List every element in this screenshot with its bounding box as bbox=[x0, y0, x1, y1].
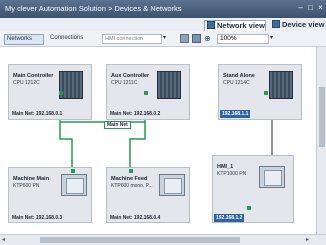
profinet-port-icon[interactable] bbox=[129, 169, 133, 173]
network-toolbar: Networks Connections HMI connection ▾ ⊕ … bbox=[0, 31, 326, 47]
network-address: Main Net: 192.168.0.1 bbox=[10, 110, 65, 118]
hmi-panel-icon bbox=[159, 174, 185, 196]
device-name: Main Controller bbox=[13, 73, 54, 79]
device-type: KTP1000 PN bbox=[217, 171, 247, 177]
vertical-scrollbar[interactable] bbox=[316, 47, 326, 234]
device-hmi-1[interactable]: HMI_1 KTP1000 PN 192.168.1.2 bbox=[212, 155, 294, 223]
device-type: CPU 1212C bbox=[13, 80, 40, 86]
window-title-bar: My clever Automation Solution > Devices … bbox=[0, 0, 326, 18]
device-type: CPU 1214C bbox=[223, 80, 250, 86]
profinet-port-icon[interactable] bbox=[247, 206, 251, 210]
network-address: Main Net: 192.168.0.3 bbox=[10, 214, 65, 222]
device-name: HMI_1 bbox=[217, 164, 234, 170]
device-stand-alone[interactable]: Stand Alone CPU 1214C 192.168.1.1 bbox=[218, 64, 302, 120]
tab-device-view[interactable]: Device view bbox=[270, 20, 326, 31]
network-address: 192.168.1.1 bbox=[220, 110, 251, 118]
hmi-panel-icon bbox=[61, 174, 87, 196]
profinet-port-icon[interactable] bbox=[144, 91, 148, 95]
connections-button-label: Connections bbox=[50, 35, 84, 41]
profinet-port-icon[interactable] bbox=[264, 91, 268, 95]
device-name: Machine Feed bbox=[111, 176, 148, 182]
networks-button-label: Networks bbox=[7, 36, 33, 42]
device-machine-feed[interactable]: Machine Feed KTP600 mono. P... Main Net:… bbox=[106, 167, 190, 223]
profinet-port-icon[interactable] bbox=[59, 91, 63, 95]
show-addresses-icon[interactable] bbox=[180, 34, 189, 43]
scroll-right-icon[interactable]: ▸ bbox=[306, 236, 309, 243]
tab-network-view[interactable]: Network view bbox=[204, 20, 266, 31]
zoom-select[interactable]: 100% bbox=[217, 34, 269, 44]
device-name: Aux Controller bbox=[111, 73, 150, 79]
device-name: Stand Alone bbox=[223, 73, 255, 79]
page-break-icon[interactable] bbox=[192, 34, 201, 43]
horizontal-scroll-thumb[interactable] bbox=[40, 237, 240, 243]
device-main-controller[interactable]: Main Controller CPU 1212C Main Net: 192.… bbox=[8, 64, 92, 120]
zoom-icon[interactable]: ⊕ bbox=[204, 34, 216, 43]
wire-machine-feed bbox=[129, 122, 146, 167]
plc-icon bbox=[269, 71, 293, 99]
device-type: CPU 1211C bbox=[111, 80, 138, 86]
hmi-panel-icon bbox=[259, 166, 285, 188]
wire-machine-main bbox=[59, 122, 73, 167]
device-name: Machine Main bbox=[13, 176, 50, 182]
view-tabs: Network view Device view bbox=[0, 18, 326, 31]
device-view-icon bbox=[272, 20, 280, 28]
device-type: KTP600 PN bbox=[13, 183, 40, 189]
connection-type-select[interactable]: HMI connection bbox=[102, 34, 162, 44]
profinet-port-icon[interactable] bbox=[71, 169, 75, 173]
tab-network-view-label: Network view bbox=[217, 21, 265, 30]
device-machine-main[interactable]: Machine Main KTP600 PN Main Net: 192.168… bbox=[8, 167, 92, 223]
device-type: KTP600 mono. P... bbox=[111, 183, 153, 189]
minimize-icon[interactable]: ‒ bbox=[296, 3, 305, 12]
network-address: Main Net: 192.168.0.2 bbox=[108, 110, 163, 118]
networks-button[interactable]: Networks bbox=[4, 34, 44, 45]
network-address: 192.168.1.2 bbox=[214, 214, 245, 222]
network-view-icon bbox=[207, 21, 215, 29]
close-icon[interactable]: × bbox=[316, 3, 325, 12]
horizontal-scrollbar[interactable]: ◂ ▸ bbox=[0, 234, 326, 245]
connections-button[interactable]: Connections bbox=[48, 34, 110, 45]
subnet-label[interactable]: Main Net bbox=[104, 121, 131, 129]
chevron-down-icon[interactable]: ▾ bbox=[270, 34, 278, 44]
network-canvas[interactable]: Main Controller CPU 1212C Main Net: 192.… bbox=[0, 47, 316, 234]
plc-icon bbox=[157, 71, 181, 99]
vertical-scroll-thumb[interactable] bbox=[319, 87, 325, 147]
device-aux-controller[interactable]: Aux Controller CPU 1211C Main Net: 192.1… bbox=[106, 64, 190, 120]
chevron-down-icon[interactable]: ▾ bbox=[163, 34, 171, 44]
network-address: Main Net: 192.168.0.4 bbox=[108, 214, 163, 222]
window-title: My clever Automation Solution > Devices … bbox=[5, 4, 182, 13]
scroll-left-icon[interactable]: ◂ bbox=[2, 236, 5, 243]
tab-device-view-label: Device view bbox=[282, 20, 325, 29]
maximize-icon[interactable]: □ bbox=[306, 3, 315, 12]
